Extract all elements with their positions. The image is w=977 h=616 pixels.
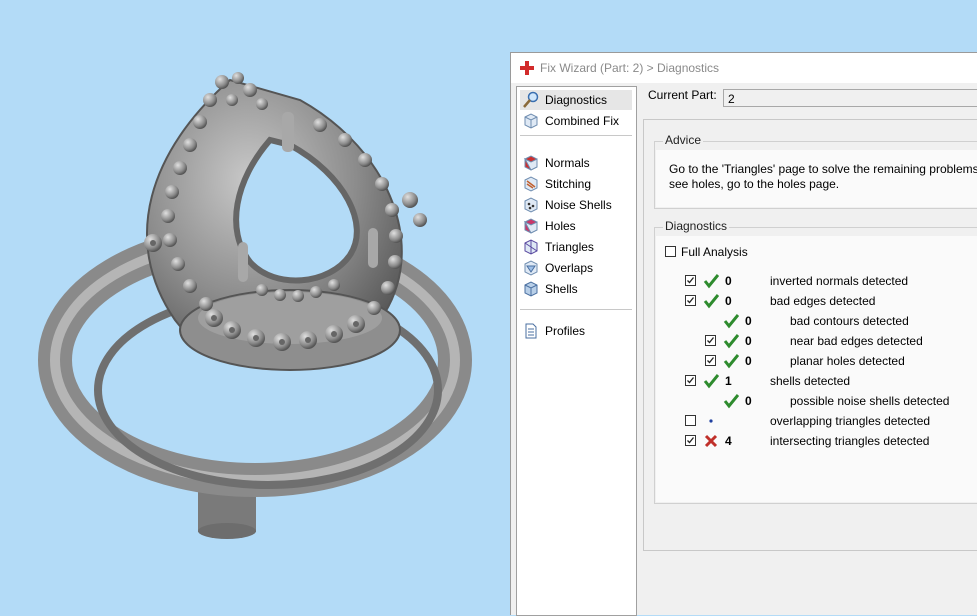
row-count: 0	[725, 294, 732, 308]
row-label: near bad edges detected	[790, 334, 923, 348]
row-label: shells detected	[770, 374, 851, 388]
row-checkbox[interactable]	[685, 435, 696, 446]
diagnostics-page: Advice Go to the 'Triangles' page to sol…	[643, 119, 977, 551]
title-bar[interactable]: Fix Wizard (Part: 2) > Diagnostics	[511, 53, 977, 83]
check-icon	[723, 394, 739, 409]
nav-item-triangles[interactable]: Triangles	[520, 237, 632, 257]
row-label: inverted normals detected	[770, 274, 909, 288]
nav-item-overlaps[interactable]: Overlaps	[520, 258, 632, 278]
advice-title: Advice	[663, 133, 704, 147]
full-analysis-checkbox[interactable]	[665, 246, 676, 257]
row-count: 0	[725, 274, 732, 288]
check-icon	[703, 294, 719, 309]
check-icon	[703, 274, 719, 289]
row-label: bad edges detected	[770, 294, 876, 308]
advice-text-line-2: see holes, go to the holes page.	[669, 177, 840, 191]
diagnostics-group: Diagnostics Full Analysis 0 inverted nor…	[654, 219, 977, 504]
current-part-value: 2	[728, 92, 735, 106]
document-icon	[525, 323, 537, 339]
check-icon	[723, 334, 739, 349]
noise-cube-icon	[524, 197, 538, 213]
row-label: bad contours detected	[790, 314, 909, 328]
row-checkbox[interactable]	[685, 375, 696, 386]
nav-item-noise-shells[interactable]: Noise Shells	[520, 195, 632, 215]
advice-group: Advice Go to the 'Triangles' page to sol…	[654, 133, 977, 209]
fix-wizard-dialog: Fix Wizard (Part: 2) > Diagnostics Diagn…	[510, 52, 977, 616]
overlaps-cube-icon	[524, 260, 538, 276]
row-count: 0	[745, 354, 752, 368]
row-checkbox[interactable]	[705, 335, 716, 346]
row-checkbox[interactable]	[705, 355, 716, 366]
magnifier-icon	[523, 91, 539, 108]
nav-separator	[520, 309, 632, 310]
nav-item-holes[interactable]: Holes	[520, 216, 632, 236]
dot-icon	[709, 419, 713, 423]
full-analysis-label: Full Analysis	[681, 245, 748, 259]
wizard-nav: Diagnostics Combined Fix Normals Stitchi…	[516, 86, 637, 616]
nav-item-shells[interactable]: Shells	[520, 279, 632, 299]
row-count: 0	[745, 394, 752, 408]
row-label: possible noise shells detected	[790, 394, 950, 408]
red-cube-icon	[523, 155, 538, 171]
nav-item-stitching[interactable]: Stitching	[520, 174, 632, 194]
row-count: 0	[745, 334, 752, 348]
nav-item-profiles[interactable]: Profiles	[520, 321, 632, 341]
red-cross-icon	[520, 61, 534, 75]
stitch-cube-icon	[524, 176, 538, 192]
row-checkbox[interactable]	[685, 275, 696, 286]
row-label: intersecting triangles detected	[770, 434, 930, 448]
current-part-field[interactable]: 2	[723, 89, 977, 107]
row-checkbox[interactable]	[685, 415, 696, 426]
current-part-label: Current Part:	[648, 88, 717, 102]
triangles-cube-icon	[524, 239, 538, 255]
advice-text-line-1: Go to the 'Triangles' page to solve the …	[669, 162, 977, 176]
dialog-title: Fix Wizard (Part: 2) > Diagnostics	[540, 61, 720, 75]
nav-item-combined-fix[interactable]: Combined Fix	[520, 111, 632, 131]
check-icon	[703, 374, 719, 389]
cross-icon	[704, 434, 718, 448]
check-icon	[723, 354, 739, 369]
row-count: 0	[745, 314, 752, 328]
check-icon	[723, 314, 739, 329]
diagnostics-title: Diagnostics	[663, 219, 730, 233]
holes-cube-icon	[523, 218, 538, 234]
row-label: planar holes detected	[790, 354, 905, 368]
cube-icon	[524, 113, 538, 129]
row-count: 4	[725, 434, 732, 448]
nav-separator	[520, 135, 632, 136]
nav-item-normals[interactable]: Normals	[520, 153, 632, 173]
row-label: overlapping triangles detected	[770, 414, 931, 428]
row-count: 1	[725, 374, 732, 388]
nav-item-diagnostics[interactable]: Diagnostics	[520, 90, 632, 110]
shells-cube-icon	[524, 281, 538, 297]
row-checkbox[interactable]	[685, 295, 696, 306]
